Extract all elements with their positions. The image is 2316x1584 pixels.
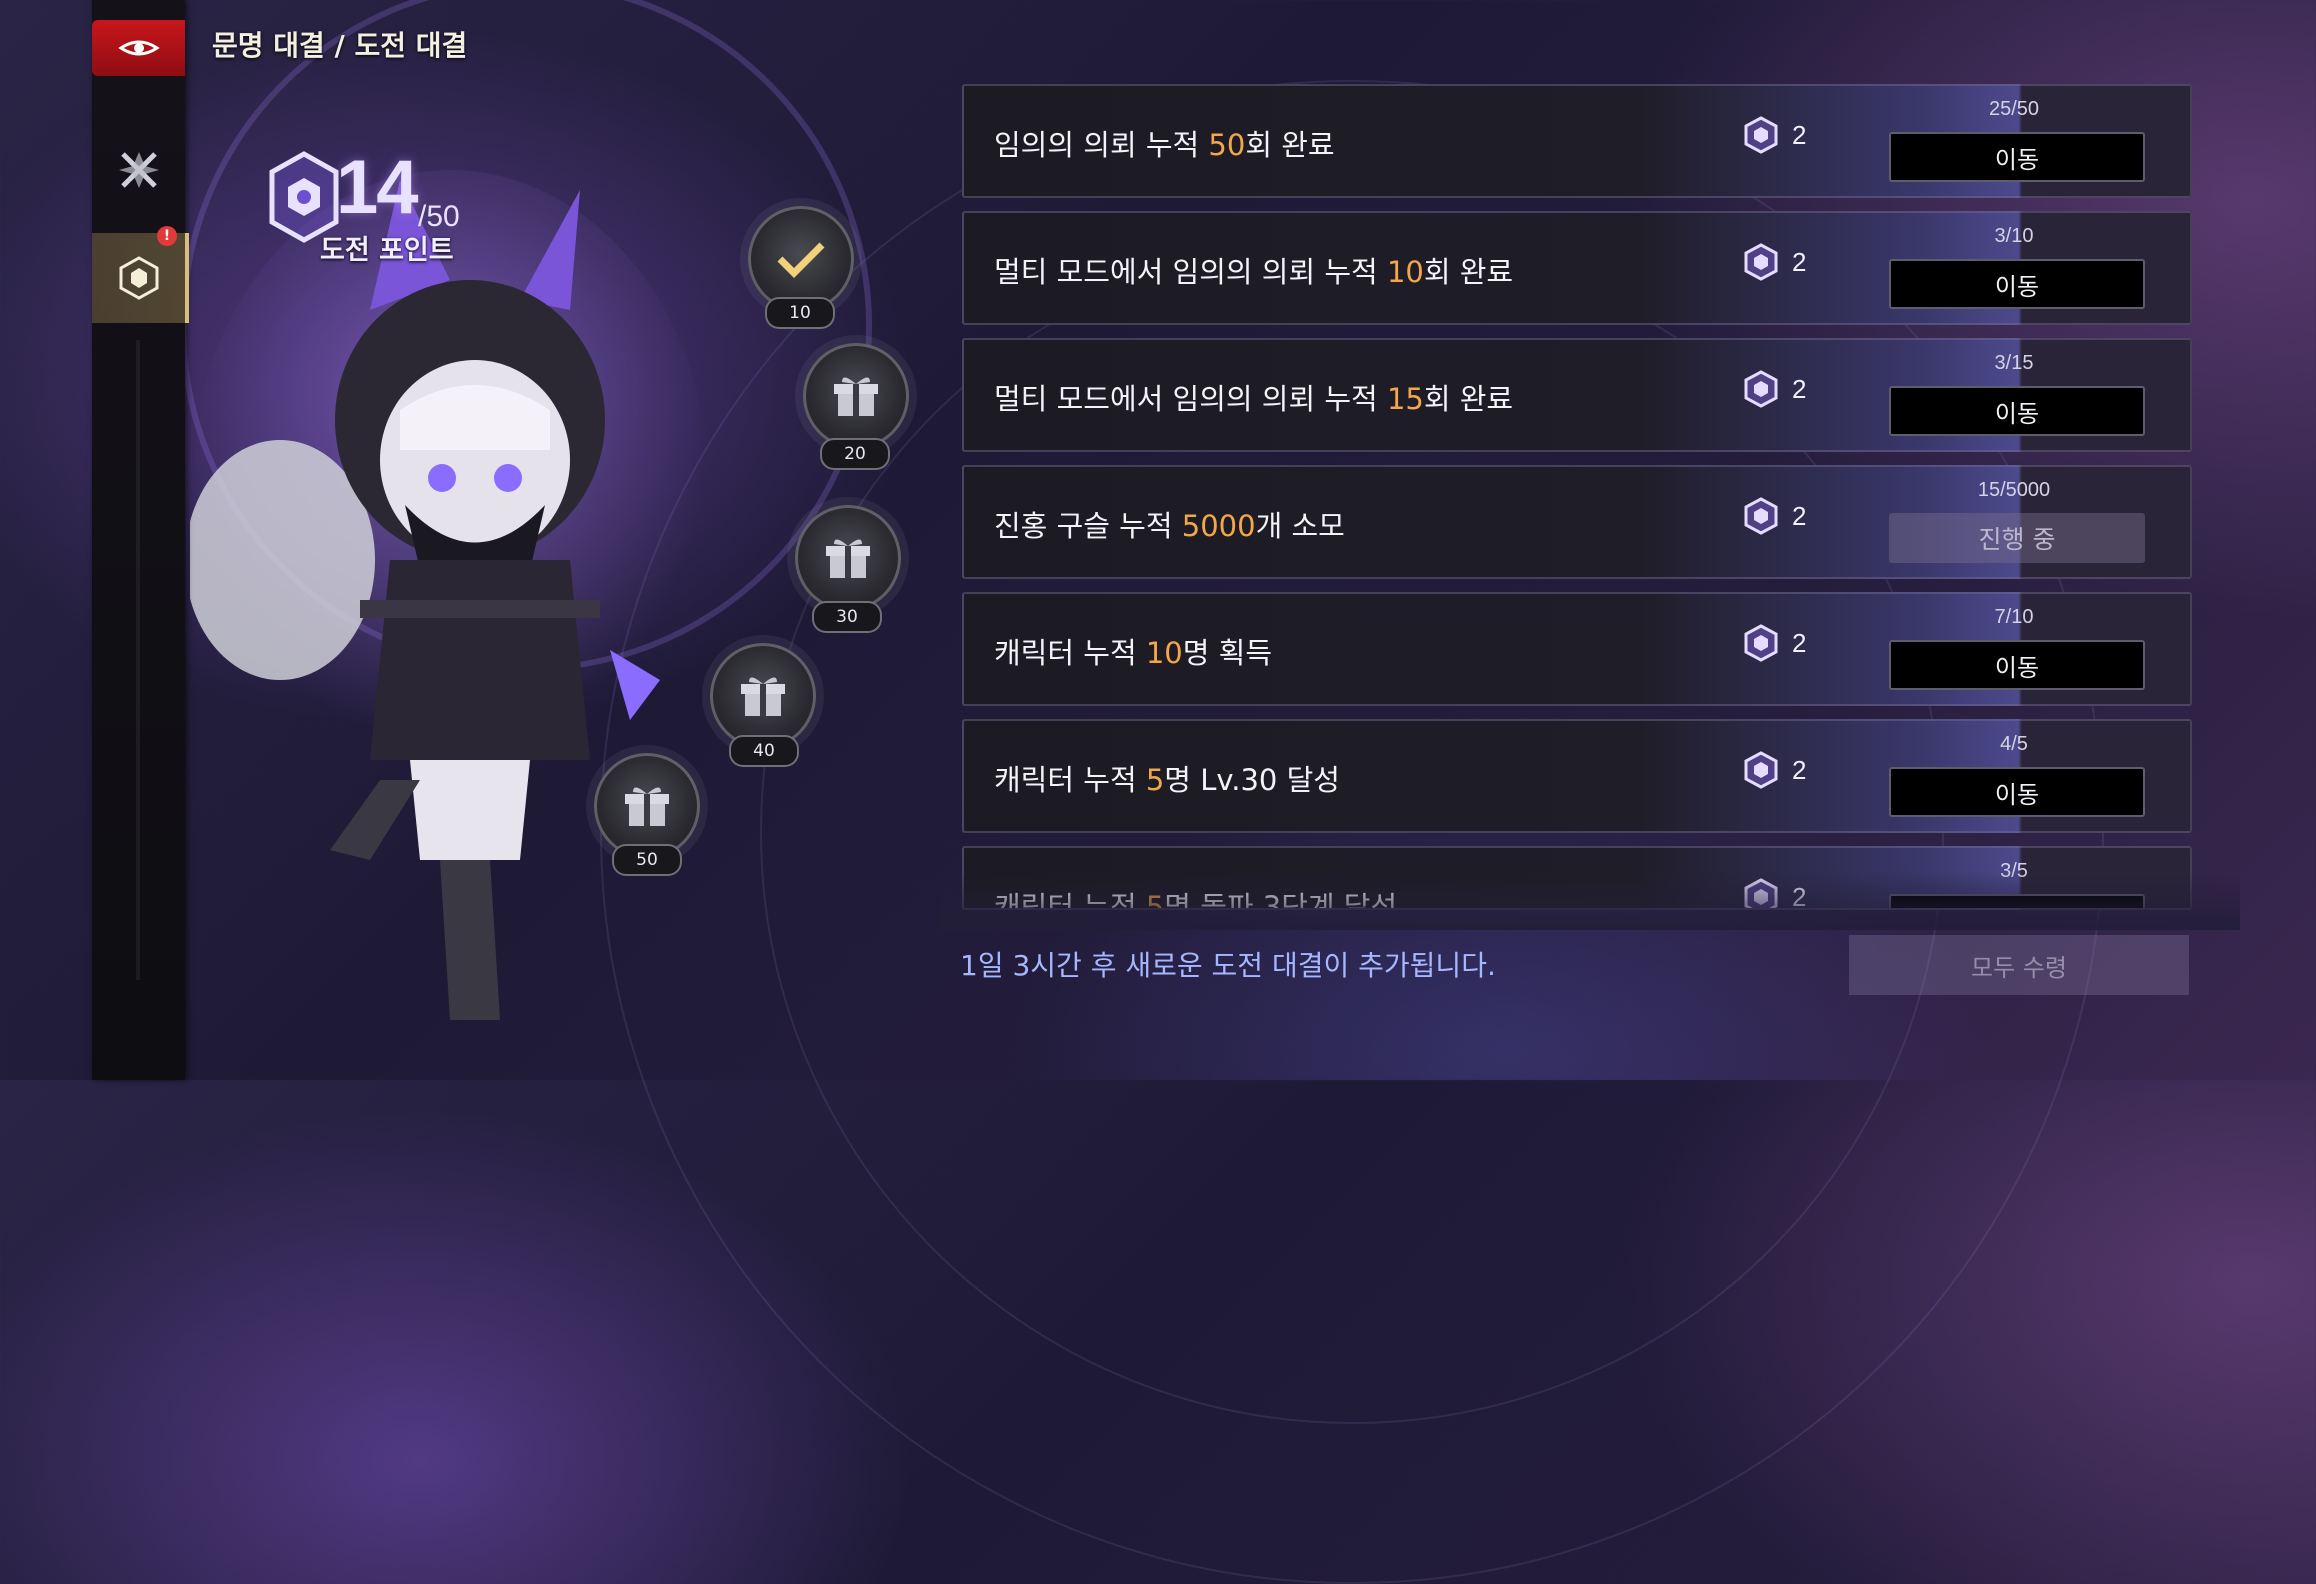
- points-current: 14: [336, 145, 419, 230]
- reward-count: 2: [1792, 373, 1807, 404]
- alert-badge: !: [157, 226, 177, 246]
- quest-title-text: 회 완료: [1423, 382, 1514, 416]
- in-progress-button: 진행 중: [1889, 513, 2145, 563]
- challenge-point-icon: [119, 256, 158, 300]
- challenge-point-icon: [1744, 243, 1778, 281]
- reward-count: 2: [1792, 627, 1807, 658]
- reward-count: 2: [1792, 119, 1807, 150]
- go-button[interactable]: 이동: [1889, 386, 2145, 436]
- quest-title-text: 멀티 모드에서 임의의 의뢰 누적: [994, 255, 1387, 289]
- quest-target-value: 5000: [1181, 509, 1256, 543]
- quest-row: 캐릭터 누적 10명 획득 2 7/10 이동: [962, 592, 2192, 706]
- milestone-badge: 40: [729, 735, 799, 767]
- quest-reward: 2: [1744, 243, 1806, 281]
- quest-row: 멀티 모드에서 임의의 의뢰 누적 10회 완료 2 3/10 이동: [962, 211, 2192, 325]
- crossed-swords-icon: [118, 152, 159, 188]
- quest-title: 캐릭터 누적 10명 획득: [994, 630, 1272, 672]
- quest-progress: 4/5: [2000, 733, 2028, 755]
- milestone-badge: 30: [812, 601, 882, 633]
- back-button[interactable]: [92, 20, 185, 76]
- quest-title: 진홍 구슬 누적 5000개 소모: [994, 503, 1345, 545]
- challenge-point-icon: [1744, 751, 1778, 789]
- quest-target-value: 10: [1386, 255, 1424, 289]
- quest-progress: 25/50: [1988, 98, 2040, 120]
- quest-title-text: 진홍 구슬 누적: [994, 509, 1182, 543]
- quest-row: 멀티 모드에서 임의의 의뢰 누적 15회 완료 2 3/15 이동: [962, 338, 2192, 452]
- quest-reward: 2: [1744, 370, 1806, 408]
- go-button[interactable]: 이동: [1889, 132, 2145, 182]
- quest-row: 임의의 의뢰 누적 50회 완료 2 25/50 이동: [962, 84, 2192, 198]
- quest-title-text: 회 완료: [1423, 255, 1514, 289]
- milestone-20[interactable]: [803, 343, 909, 449]
- sidebar-item-challenge[interactable]: [92, 233, 189, 323]
- go-button[interactable]: 이동: [1889, 767, 2145, 817]
- milestone-30[interactable]: [795, 505, 901, 611]
- breadcrumb: 문명 대결 / 도전 대결: [212, 29, 468, 62]
- challenge-point-icon: [1744, 624, 1778, 662]
- quest-title-text: 회 완료: [1245, 128, 1335, 162]
- sidebar-scrollbar: [136, 340, 140, 980]
- quest-reward: 2: [1744, 751, 1806, 789]
- challenge-point-icon: [1744, 497, 1778, 535]
- gift-icon: [834, 377, 878, 416]
- milestone-40[interactable]: [710, 643, 816, 749]
- quest-reward: 2: [1744, 116, 1806, 154]
- quest-title-text: 개 소모: [1255, 509, 1345, 543]
- quest-title-text: 캐릭터 누적: [994, 763, 1146, 797]
- quest-progress: 3/10: [1994, 225, 2034, 247]
- quest-progress: 7/10: [1994, 606, 2034, 628]
- quest-row: 캐릭터 누적 5명 Lv.30 달성 2 4/5 이동: [962, 719, 2192, 833]
- character-illustration: [190, 170, 710, 1020]
- quest-reward: 2: [1744, 624, 1806, 662]
- reward-count: 2: [1792, 246, 1807, 277]
- challenge-point-icon: [1744, 370, 1778, 408]
- gift-icon: [741, 677, 785, 716]
- quest-title-text: 명 획득: [1182, 636, 1273, 670]
- quest-title-text: 캐릭터 누적: [994, 636, 1146, 670]
- quest-title-text: 멀티 모드에서 임의의 의뢰 누적: [994, 382, 1387, 416]
- quest-row: 진홍 구슬 누적 5000개 소모 2 15/5000 진행 중: [962, 465, 2192, 579]
- quest-title-text: 임의의 의뢰 누적: [994, 128, 1209, 162]
- back-arrow-icon: [117, 40, 160, 56]
- new-challenge-notice: 1일 3시간 후 새로운 도전 대결이 추가됩니다.: [960, 949, 1496, 982]
- go-button[interactable]: 이동: [1889, 259, 2145, 309]
- quest-target-value: 15: [1386, 382, 1424, 416]
- reward-count: 2: [1792, 754, 1807, 785]
- check-icon: [777, 242, 825, 278]
- gift-icon: [826, 539, 870, 578]
- claim-all-button[interactable]: 모두 수령: [1849, 935, 2189, 995]
- quest-target-value: 50: [1208, 128, 1246, 162]
- milestone-badge: 10: [765, 297, 835, 329]
- milestone-badge: 50: [612, 844, 682, 876]
- sidebar-item-battle[interactable]: [92, 130, 185, 210]
- quest-target-value: 5: [1145, 763, 1165, 797]
- challenge-point-icon: [1744, 116, 1778, 154]
- quest-title: 캐릭터 누적 5명 Lv.30 달성: [994, 757, 1340, 799]
- quest-progress: 15/5000: [1977, 479, 2051, 501]
- go-button[interactable]: 이동: [1889, 640, 2145, 690]
- quest-progress: 3/15: [1994, 352, 2034, 374]
- quest-title: 임의의 의뢰 누적 50회 완료: [994, 122, 1335, 164]
- quest-reward: 2: [1744, 497, 1806, 535]
- points-label: 도전 포인트: [320, 235, 454, 266]
- quest-title-text: 명 Lv.30 달성: [1164, 763, 1340, 797]
- quest-title: 멀티 모드에서 임의의 의뢰 누적 15회 완료: [994, 376, 1513, 418]
- milestone-badge: 20: [820, 438, 890, 470]
- reward-count: 2: [1792, 500, 1807, 531]
- gift-icon: [625, 787, 669, 826]
- list-fade: [940, 870, 2240, 930]
- quest-title: 멀티 모드에서 임의의 의뢰 누적 10회 완료: [994, 249, 1513, 291]
- quest-target-value: 10: [1145, 636, 1183, 670]
